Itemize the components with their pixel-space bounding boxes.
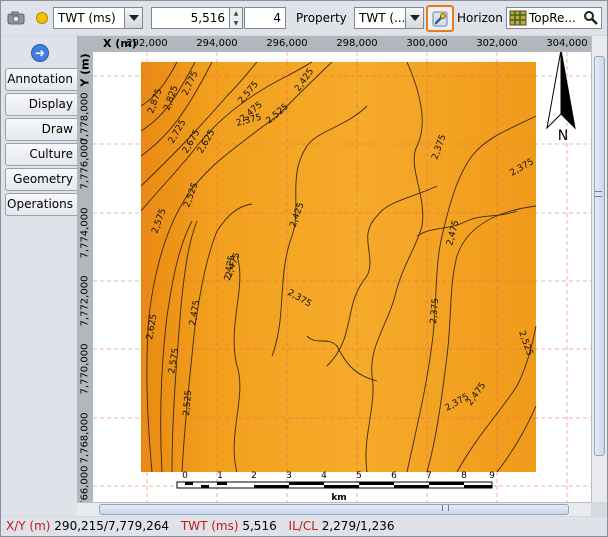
status-xy-label: X/Y (m) xyxy=(6,519,51,533)
tab-annotation[interactable]: Annotation xyxy=(5,68,77,91)
status-xy-value: 290,215/7,779,264 xyxy=(54,519,170,533)
ruler-corner xyxy=(77,36,93,52)
scale-tick: 9 xyxy=(489,471,495,481)
y-tick: 7,770,000 xyxy=(79,343,91,395)
x-tick: 294,000 xyxy=(196,38,238,49)
y-ruler: Y (m) 7,778,000 7,776,000 7,774,000 7,77… xyxy=(77,36,93,502)
search-icon[interactable] xyxy=(583,10,599,26)
scale-tick: 2 xyxy=(251,471,257,481)
x-ruler: X (m) 292,000 294,000 296,000 298,000 30… xyxy=(77,36,591,52)
y-tick: 7,768,000 xyxy=(79,412,91,464)
status-twt-label: TWT (ms) xyxy=(180,519,239,533)
property-label: Property xyxy=(296,11,347,25)
camera-icon[interactable] xyxy=(7,11,25,25)
spinner-down-icon[interactable]: ▼ xyxy=(230,18,242,28)
property-picker-button[interactable] xyxy=(426,5,454,32)
x-tick: 298,000 xyxy=(336,38,378,49)
y-tick: 7,776,000 xyxy=(79,138,91,190)
vertical-scroll-thumb[interactable] xyxy=(594,56,605,456)
wrench-icon xyxy=(432,11,448,26)
x-tick: 304,000 xyxy=(546,38,588,49)
grip-icon xyxy=(595,191,602,197)
status-bar: X/Y (m) 290,215/7,779,264 TWT (ms) 5,516… xyxy=(1,517,607,536)
horizontal-scroll-thumb[interactable] xyxy=(99,504,569,515)
chevron-down-icon[interactable] xyxy=(405,8,423,28)
scale-tick: 3 xyxy=(286,471,292,481)
tab-culture[interactable]: Culture xyxy=(5,143,77,166)
y-tick: 7,778,000 xyxy=(79,92,91,144)
scale-tick: 6 xyxy=(391,471,397,481)
status-ilcl-value: 2,279/1,236 xyxy=(321,519,395,533)
scale-tick: 4 xyxy=(321,471,327,481)
spinner-up-icon[interactable]: ▲ xyxy=(230,8,242,18)
horizon-value: TopRe... xyxy=(529,11,576,25)
grid-surface-icon xyxy=(509,10,527,26)
scale-tick: 0 xyxy=(182,471,188,481)
display-property-value: TWT (ms) xyxy=(58,11,116,25)
tab-geometry[interactable]: Geometry xyxy=(5,168,77,191)
scale-tick: 5 xyxy=(356,471,362,481)
value-field[interactable]: 5,516 xyxy=(151,7,230,29)
tab-operations[interactable]: Operations xyxy=(5,193,77,216)
north-label: N xyxy=(558,128,568,144)
status-twt-value: 5,516 xyxy=(242,519,277,533)
tab-display[interactable]: Display xyxy=(5,93,77,116)
property-select[interactable]: TWT (... xyxy=(354,7,424,29)
y-tick: 7,772,000 xyxy=(79,275,91,327)
step-field[interactable]: 4 xyxy=(244,7,286,29)
grip-icon xyxy=(442,505,449,511)
horizon-select[interactable]: TopRe... xyxy=(506,7,602,29)
scale-tick: 7 xyxy=(426,471,432,481)
map-svg: 2,875 2,825 2,775 2,725 2,675 2,625 2,57… xyxy=(93,49,591,502)
status-ilcl-label: IL/CL xyxy=(288,519,318,533)
scale-bar: 0 1 2 3 4 5 6 7 8 9 km xyxy=(176,471,495,502)
x-tick: 302,000 xyxy=(476,38,518,49)
tab-draw[interactable]: Draw xyxy=(5,118,77,141)
vertical-scrollbar[interactable] xyxy=(591,36,607,502)
scale-tick: 8 xyxy=(461,471,467,481)
toolbar: TWT (ms) 5,516 ▲ ▼ 4 Property TWT (... H… xyxy=(1,1,607,35)
display-property-select[interactable]: TWT (ms) xyxy=(53,7,143,29)
forward-arrow-icon[interactable]: ➜ xyxy=(31,44,49,62)
x-tick: 296,000 xyxy=(266,38,308,49)
side-panel: ➜ Annotation Display Draw Culture Geomet… xyxy=(1,36,77,516)
y-tick: 7,766,000 xyxy=(79,465,91,502)
scale-tick: 1 xyxy=(217,471,223,481)
chevron-down-icon[interactable] xyxy=(124,8,142,28)
status-dot-icon xyxy=(36,12,48,24)
value-spinner[interactable]: 5,516 ▲ ▼ xyxy=(151,7,243,29)
horizon-label: Horizon xyxy=(457,11,503,25)
property-value: TWT (... xyxy=(359,11,405,25)
horizon-surface[interactable] xyxy=(141,62,536,472)
scale-unit: km xyxy=(331,493,346,502)
x-tick: 300,000 xyxy=(406,38,448,49)
y-tick: 7,774,000 xyxy=(79,207,91,259)
map-canvas[interactable]: 2,875 2,825 2,775 2,725 2,675 2,625 2,57… xyxy=(77,36,591,502)
horizontal-scrollbar[interactable] xyxy=(77,502,591,516)
y-axis-name: Y (m) xyxy=(78,53,92,87)
x-tick: 292,000 xyxy=(126,38,168,49)
north-arrow-icon: N xyxy=(546,49,576,144)
